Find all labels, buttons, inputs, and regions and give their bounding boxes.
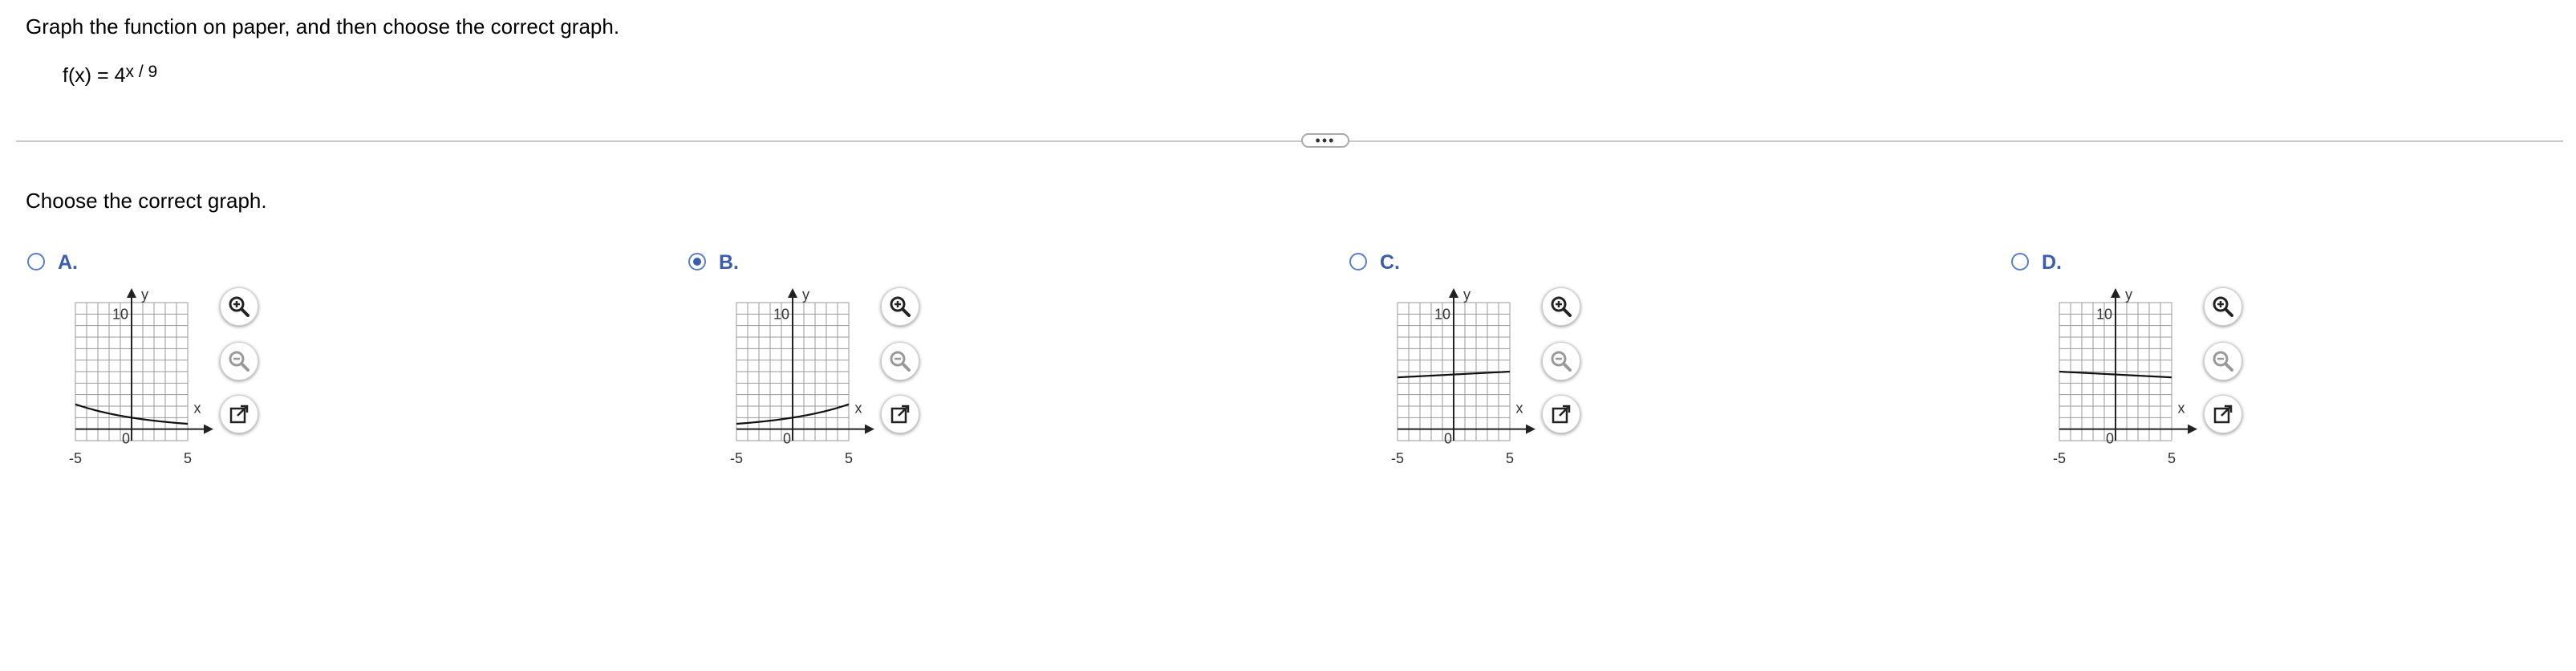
- choice-graph: y 10 x 0 -5 5: [2053, 287, 2197, 466]
- zoom-in-button[interactable]: [1542, 287, 1580, 326]
- zoom-out-icon: [229, 351, 249, 372]
- y-tick-label: 10: [1434, 306, 1450, 322]
- x-axis-label: x: [1516, 401, 1523, 417]
- x-min-label: -5: [730, 450, 743, 466]
- question-instruction: Graph the function on paper, and then ch…: [26, 14, 620, 39]
- y-axis-arrow: [127, 288, 136, 298]
- y-tick-label: 10: [112, 306, 128, 322]
- zoom-out-icon: [1551, 351, 1572, 372]
- radio-button[interactable]: [688, 253, 706, 270]
- popout-icon: [229, 405, 249, 424]
- zoom-out-button[interactable]: [2204, 342, 2242, 380]
- radio-button[interactable]: [27, 253, 45, 270]
- x-max-label: 5: [845, 450, 853, 466]
- x-axis-arrow: [204, 424, 213, 434]
- function-base: f(x) = 4: [63, 64, 126, 87]
- popout-icon: [2213, 405, 2233, 424]
- function-expression: f(x) = 4x / 9: [63, 63, 158, 87]
- radio-button[interactable]: [2011, 253, 2029, 270]
- zoom-out-button[interactable]: [881, 342, 919, 380]
- y-tick-label: 10: [773, 306, 789, 322]
- y-axis-label: y: [1463, 287, 1471, 303]
- zoom-in-button[interactable]: [881, 287, 919, 326]
- x-min-label: -5: [2053, 450, 2066, 466]
- zoom-in-icon: [2213, 296, 2233, 317]
- choice-d[interactable]: D. y 10 x 0 -5 5: [2011, 245, 2300, 466]
- expand-button[interactable]: •••: [1301, 133, 1349, 148]
- x-max-label: 5: [2168, 450, 2176, 466]
- y-axis-label: y: [802, 287, 809, 303]
- popout-icon: [890, 405, 910, 424]
- choice-label[interactable]: C.: [1380, 251, 1400, 274]
- zoom-in-icon: [1551, 296, 1572, 317]
- popout-button[interactable]: [1542, 395, 1580, 433]
- x-axis-arrow: [1526, 424, 1535, 434]
- zoom-in-button[interactable]: [2204, 287, 2242, 326]
- choice-graph: y 10 x 0 -5 5: [730, 287, 874, 466]
- x-min-label: -5: [1391, 450, 1404, 466]
- choice-b[interactable]: B. y 10 x 0 -5 5: [688, 245, 977, 466]
- choice-c[interactable]: C. y 10 x 0 -5 5: [1349, 245, 1638, 466]
- radio-button[interactable]: [1349, 253, 1367, 270]
- x-axis-label: x: [2178, 401, 2185, 417]
- popout-button[interactable]: [881, 395, 919, 433]
- choice-graph: y 10 x 0 -5 5: [1391, 287, 1535, 466]
- answer-prompt: Choose the correct graph.: [26, 189, 267, 213]
- popout-icon: [1552, 405, 1571, 424]
- x-axis-label: x: [194, 401, 201, 417]
- zoom-out-icon: [890, 351, 911, 372]
- section-divider: [16, 140, 2563, 142]
- origin-label: 0: [1444, 431, 1452, 447]
- x-max-label: 5: [184, 450, 192, 466]
- origin-label: 0: [2106, 431, 2114, 447]
- y-axis-label: y: [141, 287, 148, 303]
- zoom-in-button[interactable]: [220, 287, 258, 326]
- x-min-label: -5: [69, 450, 82, 466]
- y-tick-label: 10: [2096, 306, 2112, 322]
- x-axis-arrow: [865, 424, 874, 434]
- zoom-out-button[interactable]: [220, 342, 258, 380]
- x-max-label: 5: [1506, 450, 1514, 466]
- origin-label: 0: [122, 431, 130, 447]
- choice-a[interactable]: A. y 10 x 0 -5 5: [27, 245, 316, 466]
- zoom-out-icon: [2213, 351, 2233, 372]
- popout-button[interactable]: [2204, 395, 2242, 433]
- y-axis-arrow: [788, 288, 797, 298]
- zoom-in-icon: [890, 296, 911, 317]
- y-axis-label: y: [2125, 287, 2132, 303]
- choice-graph: y 10 x 0 -5 5: [69, 287, 213, 466]
- origin-label: 0: [783, 431, 791, 447]
- zoom-out-button[interactable]: [1542, 342, 1580, 380]
- x-axis-label: x: [855, 401, 862, 417]
- choice-label[interactable]: D.: [2042, 251, 2062, 274]
- popout-button[interactable]: [220, 395, 258, 433]
- choice-label[interactable]: A.: [58, 251, 78, 274]
- y-axis-arrow: [2111, 288, 2120, 298]
- y-axis-arrow: [1449, 288, 1458, 298]
- function-exponent: x / 9: [125, 63, 158, 81]
- x-axis-arrow: [2188, 424, 2197, 434]
- choice-label[interactable]: B.: [719, 251, 739, 274]
- zoom-in-icon: [229, 296, 249, 317]
